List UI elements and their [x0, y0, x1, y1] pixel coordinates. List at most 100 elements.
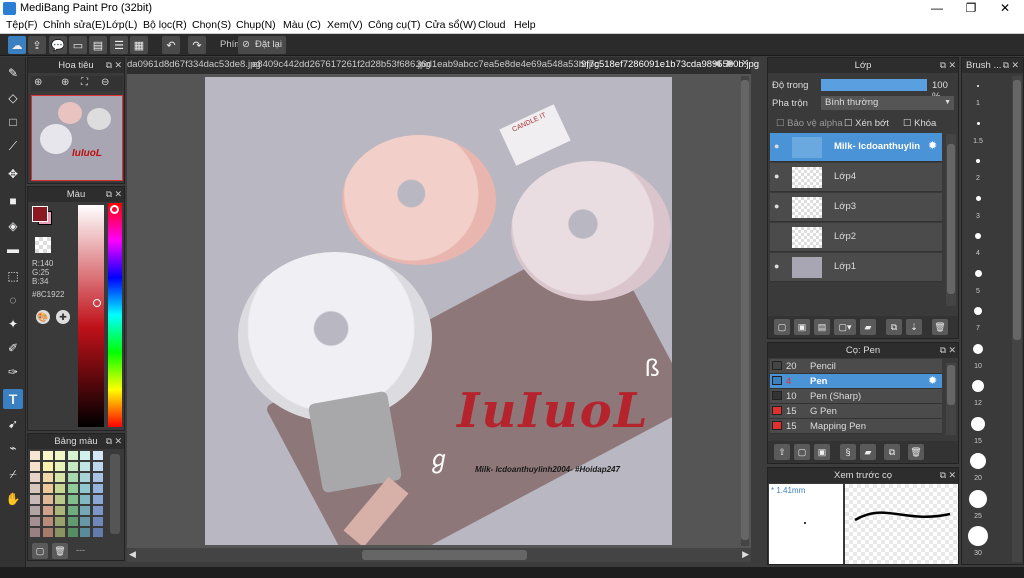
select-pen-tool-icon[interactable]: ✐	[3, 338, 23, 358]
palette-swatch[interactable]	[92, 528, 103, 537]
palette-swatch[interactable]	[30, 495, 40, 504]
redo-button[interactable]: ↷	[188, 36, 206, 54]
text-tool-icon[interactable]: T	[3, 389, 23, 409]
lasso-tool-icon[interactable]: ◌	[3, 290, 23, 310]
tab-close-icon[interactable]: ✕	[741, 58, 749, 69]
brush-duplicate-icon[interactable]: ⧉	[884, 444, 900, 460]
brush-row-selected[interactable]: 4 Pen ✹	[770, 374, 942, 389]
palette-swatch[interactable]	[42, 506, 53, 515]
zoom-out-icon[interactable]: ⊖	[101, 77, 109, 88]
layer-row-selected[interactable]: ● Milk- lcdoanthuylin ✹	[770, 133, 942, 162]
line-tool-icon[interactable]: ⟋	[3, 136, 23, 156]
brush-size-dot[interactable]	[975, 233, 981, 239]
palette-swatch[interactable]	[80, 528, 90, 537]
zoom-in-icon[interactable]: ⊕	[34, 77, 42, 88]
palette-swatch[interactable]	[92, 506, 103, 515]
palette-swatch[interactable]	[30, 517, 40, 526]
menu-edit[interactable]: Chỉnh sửa(E)	[43, 19, 105, 31]
close-button[interactable]: ✕	[988, 0, 1022, 17]
divide-tool-icon[interactable]: ⌁	[3, 438, 23, 458]
magic-wand-tool-icon[interactable]: ✦	[3, 314, 23, 334]
fill-rect-tool-icon[interactable]: ■	[3, 191, 23, 211]
brush-import-icon[interactable]: ▣	[814, 444, 830, 460]
hue-cursor[interactable]	[110, 205, 119, 214]
share-icon[interactable]: ⇪	[28, 36, 46, 54]
palette-icon[interactable]: 🎨	[36, 310, 50, 324]
brush-size-dot[interactable]	[975, 196, 981, 201]
blend-select[interactable]: Bình thường ▼	[821, 96, 954, 110]
folder-icon[interactable]: ▰	[860, 319, 876, 335]
palette-swatch[interactable]	[80, 451, 90, 460]
menu-layer[interactable]: Lớp(L)	[106, 19, 137, 31]
close-icon[interactable]: ✕	[948, 468, 956, 483]
new-palette-icon[interactable]: ▢	[32, 543, 48, 559]
new-layer-1bit-icon[interactable]: ▤	[814, 319, 830, 335]
palette-swatch[interactable]	[80, 462, 90, 471]
palette-swatch[interactable]	[30, 473, 40, 482]
rectangle-tool-icon[interactable]: □	[3, 112, 23, 132]
palette-swatch[interactable]	[67, 462, 78, 471]
palette-swatch[interactable]	[42, 528, 53, 537]
brush-size-dot[interactable]	[972, 380, 984, 392]
select-rect-tool-icon[interactable]: ⬚	[3, 266, 23, 286]
canvas-image[interactable]: CANDLE IT IuIuoL Milk- lcdoanthuylinh200…	[205, 77, 672, 545]
lock-checkbox[interactable]: ☐ Khóa	[903, 118, 936, 129]
eraser-tool-icon[interactable]: ◇	[3, 88, 23, 108]
tab-scroll-left-icon[interactable]: ◀	[713, 58, 720, 69]
layer-scroll-thumb[interactable]	[947, 144, 955, 294]
maximize-button[interactable]: ❐	[954, 0, 988, 17]
opacity-slider[interactable]	[821, 79, 927, 91]
document-icon[interactable]: ▤	[89, 36, 107, 54]
transparent-swatch[interactable]	[35, 237, 51, 253]
palette-swatch[interactable]	[92, 484, 103, 493]
layer-scrollbar[interactable]	[946, 134, 956, 306]
brush-folder-icon[interactable]: ▰	[860, 444, 876, 460]
brush-delete-icon[interactable]: 🗑	[908, 444, 924, 460]
brush-scrollbar[interactable]	[946, 363, 956, 435]
palette-swatch[interactable]	[55, 484, 65, 493]
fit-icon[interactable]: ⛶	[81, 77, 88, 88]
vertical-scroll-thumb[interactable]	[741, 80, 749, 540]
palette-swatch[interactable]	[42, 484, 53, 493]
protect-alpha-checkbox[interactable]: ☐ Bảo vệ alpha	[776, 118, 843, 129]
gradient-tool-icon[interactable]: ▬	[3, 239, 23, 259]
palette-swatch[interactable]	[80, 506, 90, 515]
palette-swatch[interactable]	[67, 517, 78, 526]
palette-swatch[interactable]	[67, 484, 78, 493]
palette-scrollbar[interactable]	[110, 454, 120, 534]
palette-swatch[interactable]	[67, 528, 78, 537]
merge-layer-icon[interactable]: ⇣	[906, 319, 922, 335]
cloud-sync-icon[interactable]: ☁	[8, 36, 26, 54]
scroll-right-icon[interactable]: ▶	[742, 549, 749, 560]
brush-row[interactable]: 10 Pen (Sharp)	[770, 389, 942, 404]
zoom-plus-icon[interactable]: ⊕	[61, 77, 69, 88]
eye-icon[interactable]: ●	[774, 201, 779, 211]
eyedropper-tool-icon[interactable]: ⌿	[3, 464, 23, 484]
gear-icon[interactable]: ✹	[928, 139, 937, 152]
close-icon[interactable]: ✕	[1011, 58, 1019, 73]
eye-icon[interactable]: ●	[774, 261, 779, 271]
palette-swatch[interactable]	[67, 506, 78, 515]
sv-cursor[interactable]	[93, 299, 101, 307]
float-icon[interactable]: ⧉	[106, 187, 112, 202]
tab-scroll-right-icon[interactable]: ▶	[727, 58, 734, 69]
navigator-thumbnail[interactable]: IuIuoL	[31, 95, 123, 181]
horizontal-scrollbar[interactable]: ◀ ▶	[127, 548, 751, 562]
select-eraser-tool-icon[interactable]: ✑	[3, 362, 23, 382]
primary-color-swatch[interactable]	[32, 206, 48, 222]
brush-size-dot[interactable]	[971, 416, 985, 431]
new-layer-icon[interactable]: ▢	[774, 319, 790, 335]
brush-size-dot[interactable]	[969, 489, 987, 508]
palette-swatch[interactable]	[92, 473, 103, 482]
panel-icon[interactable]: ▭	[69, 36, 87, 54]
palette-swatch[interactable]	[55, 473, 65, 482]
float-icon[interactable]: ⧉	[940, 343, 946, 358]
brush-size-dot[interactable]	[970, 453, 986, 469]
float-icon[interactable]: ⧉	[940, 468, 946, 483]
palette-swatch[interactable]	[80, 495, 90, 504]
brush-row[interactable]: 15 G Pen	[770, 404, 942, 419]
tab-3[interactable]: 36d1eab9abcc7ea5e8de4e69a548a53b.jpg	[416, 59, 599, 70]
palette-swatch[interactable]	[55, 517, 65, 526]
palette-swatch[interactable]	[30, 451, 40, 460]
operation-tool-icon[interactable]: ➹	[3, 414, 23, 434]
